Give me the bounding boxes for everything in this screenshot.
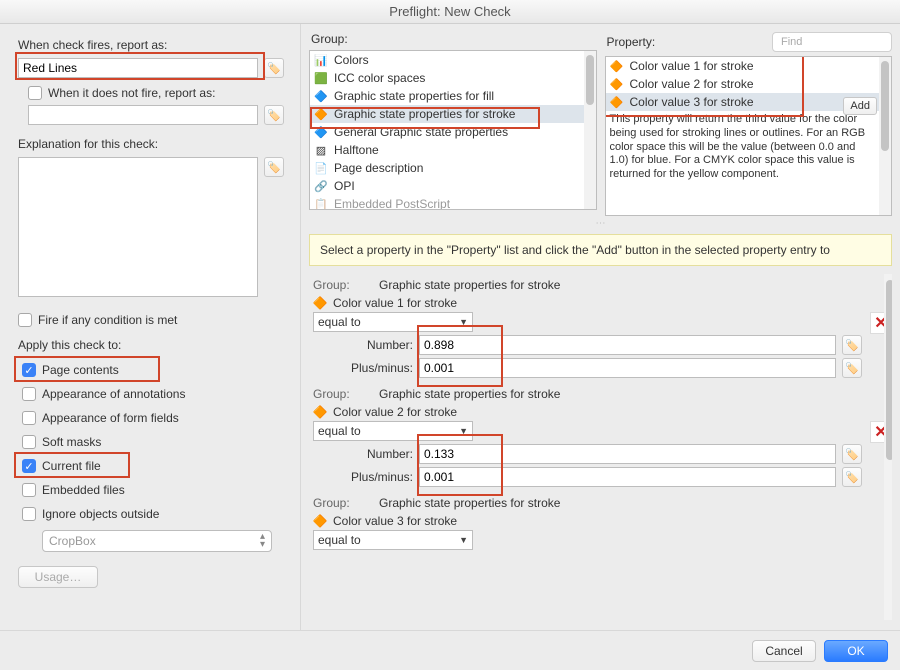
hint-banner: Select a property in the "Property" list…: [309, 234, 892, 266]
not-fire-checkbox[interactable]: [28, 86, 42, 100]
apply-ignoreoutside-checkbox[interactable]: [22, 507, 36, 521]
group-item: 📄Page description: [310, 159, 584, 177]
prop-icon: 🔶: [610, 95, 624, 109]
apply-option-label: Appearance of form fields: [42, 411, 179, 425]
fire-any-label: Fire if any condition is met: [38, 313, 177, 327]
apply-label: Apply this check to:: [18, 338, 288, 352]
icc-icon: 🟩: [314, 71, 328, 85]
var-button[interactable]: 🏷️: [842, 358, 862, 378]
usage-button[interactable]: Usage…: [18, 566, 98, 588]
group-item: 🔷General Graphic state properties: [310, 123, 584, 141]
halftone-icon: ▨: [314, 143, 328, 157]
group-scrollbar[interactable]: [584, 51, 596, 209]
fill-icon: 🔷: [314, 89, 328, 103]
not-fire-input[interactable]: [28, 105, 258, 125]
fire-any-checkbox[interactable]: [18, 313, 32, 327]
panel-splitter[interactable]: ⋯: [301, 216, 900, 230]
ps-icon: 📋: [314, 197, 328, 209]
plusminus-input[interactable]: [419, 467, 836, 487]
add-property-button[interactable]: Add: [843, 97, 877, 115]
group-item: 📋Embedded PostScript: [310, 195, 584, 209]
var-button[interactable]: 🏷️: [842, 335, 862, 355]
apply-option-label: Appearance of annotations: [42, 387, 185, 401]
explanation-variable-button[interactable]: 🏷️: [264, 157, 284, 177]
apply-option-label: Current file: [42, 459, 101, 473]
prop-icon: 🔶: [610, 77, 624, 91]
conditions-scrollbar[interactable]: [884, 274, 892, 620]
apply-currentfile-checkbox[interactable]: ✓: [22, 459, 36, 473]
explanation-textarea[interactable]: [18, 157, 258, 297]
apply-option-label: Embedded files: [42, 483, 125, 497]
page-icon: 📄: [314, 161, 328, 175]
not-fire-label: When it does not fire, report as:: [48, 86, 215, 100]
property-description: This property will return the third valu…: [606, 111, 880, 182]
stroke-icon: 🔶: [314, 107, 328, 121]
condition-block: Group:Graphic state properties for strok…: [309, 496, 892, 550]
prop-icon: 🔶: [313, 296, 327, 310]
var-button[interactable]: 🏷️: [842, 444, 862, 464]
apply-option-label: Soft masks: [42, 435, 101, 449]
group-listbox[interactable]: 📊Colors 🟩ICC color spaces 🔷Graphic state…: [309, 50, 597, 210]
opi-icon: 🔗: [314, 179, 328, 193]
group-item-selected: 🔶Graphic state properties for stroke: [310, 105, 584, 123]
apply-annotations-checkbox[interactable]: [22, 387, 36, 401]
group-item: ▨Halftone: [310, 141, 584, 159]
group-label: Group:: [309, 32, 597, 46]
property-scrollbar[interactable]: [879, 57, 891, 215]
condition-block: Group:Graphic state properties for strok…: [309, 387, 892, 490]
apply-embedded-checkbox[interactable]: [22, 483, 36, 497]
property-item: 🔶Color value 2 for stroke: [606, 75, 880, 93]
apply-page-contents-checkbox[interactable]: ✓: [22, 363, 36, 377]
generic-icon: 🔷: [314, 125, 328, 139]
report-as-input[interactable]: [18, 58, 258, 78]
number-input[interactable]: [419, 335, 836, 355]
group-item: 🟩ICC color spaces: [310, 69, 584, 87]
property-label: Property:: [607, 35, 656, 49]
apply-softmasks-checkbox[interactable]: [22, 435, 36, 449]
cancel-button[interactable]: Cancel: [752, 640, 816, 662]
var-button[interactable]: 🏷️: [842, 467, 862, 487]
apply-option-label: Page contents: [42, 363, 119, 377]
report-as-label: When check fires, report as:: [18, 38, 288, 52]
cropbox-select[interactable]: CropBox ▴▾: [42, 530, 272, 552]
operator-select[interactable]: equal to▼: [313, 530, 473, 550]
explanation-label: Explanation for this check:: [18, 137, 288, 151]
property-item-selected: 🔶Color value 3 for stroke: [606, 93, 880, 111]
report-as-variable-button[interactable]: 🏷️: [264, 58, 284, 78]
group-item: 🔷Graphic state properties for fill: [310, 87, 584, 105]
group-item: 📊Colors: [310, 51, 584, 69]
colors-icon: 📊: [314, 53, 328, 67]
find-input[interactable]: Find: [772, 32, 892, 52]
property-item: 🔶Color value 1 for stroke: [606, 57, 880, 75]
prop-icon: 🔶: [313, 405, 327, 419]
window-title: Preflight: New Check: [0, 0, 900, 24]
prop-icon: 🔶: [313, 514, 327, 528]
group-item: 🔗OPI: [310, 177, 584, 195]
apply-formfields-checkbox[interactable]: [22, 411, 36, 425]
condition-block: Group:Graphic state properties for strok…: [309, 278, 892, 381]
ok-button[interactable]: OK: [824, 640, 888, 662]
operator-select[interactable]: equal to▼: [313, 421, 473, 441]
property-listbox[interactable]: 🔶Color value 1 for stroke 🔶Color value 2…: [605, 56, 893, 216]
number-input[interactable]: [419, 444, 836, 464]
prop-icon: 🔶: [610, 59, 624, 73]
apply-option-label: Ignore objects outside: [42, 507, 159, 521]
operator-select[interactable]: equal to▼: [313, 312, 473, 332]
plusminus-input[interactable]: [419, 358, 836, 378]
not-fire-variable-button[interactable]: 🏷️: [264, 105, 284, 125]
